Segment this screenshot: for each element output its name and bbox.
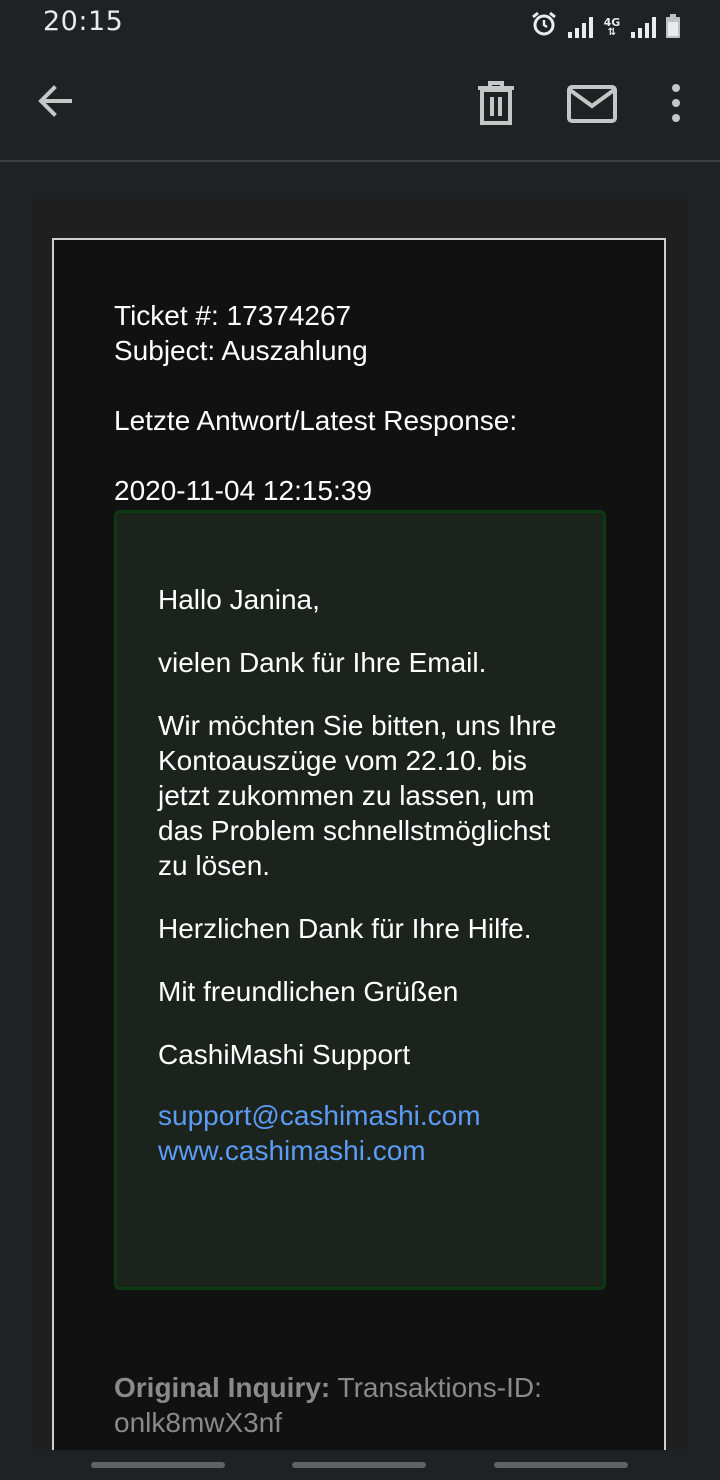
status-time: 20:15 <box>43 6 124 37</box>
navigation-bar <box>0 1450 720 1480</box>
ticket-subject: Subject: Auszahlung <box>114 335 368 366</box>
more-vert-icon[interactable] <box>664 80 688 126</box>
nav-recents-button[interactable] <box>91 1462 225 1468</box>
greeting: Hallo Janina, <box>158 584 320 615</box>
back-arrow-icon[interactable] <box>34 80 76 122</box>
closing-line: Mit freundlichen Grüßen <box>158 976 459 1007</box>
trash-icon[interactable] <box>474 80 518 126</box>
latest-response-label: Letzte Antwort/Latest Response: <box>114 405 518 436</box>
ticket-meta: Ticket #: 17374267 Subject: Auszahlung L… <box>114 298 517 508</box>
alarm-icon <box>532 11 556 36</box>
status-bar: 20:15 4G ⇅ <box>0 0 720 50</box>
ticket-number: Ticket #: 17374267 <box>114 300 352 331</box>
status-icons: 4G ⇅ <box>530 10 680 38</box>
request-paragraph: Wir möchten Sie bitten, uns Ihre Kontoau… <box>158 710 557 881</box>
battery-icon <box>666 14 680 38</box>
help-thanks-line: Herzlichen Dank für Ihre Hilfe. <box>158 913 532 944</box>
response-message: Hallo Janina, vielen Dank für Ihre Email… <box>158 582 578 1168</box>
signal-icon <box>631 16 656 38</box>
website-link[interactable]: www.cashimashi.com <box>158 1133 578 1168</box>
nav-back-button[interactable] <box>494 1462 628 1468</box>
original-inquiry: Original Inquiry: Transaktions-ID: onlk8… <box>114 1370 614 1440</box>
thanks-line: vielen Dank für Ihre Email. <box>158 647 487 678</box>
signal-icon <box>568 16 593 38</box>
response-timestamp: 2020-11-04 12:15:39 <box>114 475 372 506</box>
mail-icon[interactable] <box>566 84 618 124</box>
support-email-link[interactable]: support@cashimashi.com <box>158 1098 578 1133</box>
nav-home-button[interactable] <box>292 1462 426 1468</box>
original-inquiry-label: Original Inquiry: <box>114 1372 331 1403</box>
email-toolbar <box>0 50 720 162</box>
4g-icon: 4G ⇅ <box>603 16 621 38</box>
signature: CashiMashi Support <box>158 1039 411 1070</box>
